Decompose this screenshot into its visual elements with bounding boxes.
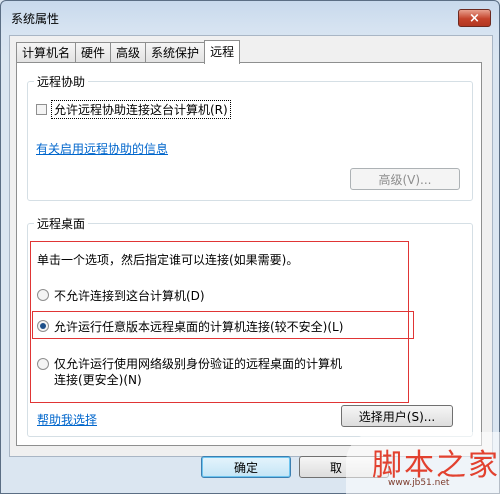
- tab-hardware[interactable]: 硬件: [75, 42, 112, 62]
- option-nla-label-line1: 仅允许运行使用网络级别身份验证的远程桌面的计算机: [54, 357, 343, 371]
- tab-remote[interactable]: 远程: [204, 40, 241, 64]
- close-button[interactable]: ×: [458, 9, 491, 27]
- option-nla-row[interactable]: 仅允许运行使用网络级别身份验证的远程桌面的计算机 连接(更安全)(N): [37, 356, 342, 388]
- option-any-version-label[interactable]: 允许运行任意版本远程桌面的计算机连接(较不安全)(L): [54, 318, 343, 335]
- tab-strip: 计算机名 硬件 高级 系统保护 远程: [16, 40, 241, 64]
- option-any-version-radio[interactable]: [37, 320, 49, 332]
- remote-tab-panel: 远程协助 允许远程协助连接这台计算机(R) 有关启用远程协助的信息 高级(V).…: [16, 62, 482, 446]
- system-properties-window: 系统属性 × 计算机名 硬件 高级 系统保护 远程 远程协助 允许远程协助连接这…: [0, 0, 500, 494]
- option-deny-radio[interactable]: [37, 289, 49, 301]
- remote-assistance-group: 远程协助 允许远程协助连接这台计算机(R) 有关启用远程协助的信息 高级(V).…: [27, 73, 473, 201]
- tab-system-protection[interactable]: 系统保护: [145, 42, 206, 62]
- watermark-url: www.jb51.net: [388, 478, 450, 488]
- remote-assistance-title: 远程协助: [34, 73, 89, 90]
- option-nla-label[interactable]: 仅允许运行使用网络级别身份验证的远程桌面的计算机 连接(更安全)(N): [54, 356, 342, 388]
- select-users-button[interactable]: 选择用户(S)...: [341, 405, 453, 427]
- remote-desktop-title: 远程桌面: [34, 215, 89, 232]
- ok-button[interactable]: 确定: [201, 456, 291, 478]
- option-nla-label-line2: 连接(更安全)(N): [54, 373, 142, 387]
- option-nla-radio[interactable]: [37, 358, 49, 370]
- window-title: 系统属性: [11, 12, 60, 26]
- remote-assistance-info-link[interactable]: 有关启用远程协助的信息: [36, 140, 168, 157]
- option-deny-label[interactable]: 不允许连接到这台计算机(D): [54, 287, 205, 304]
- remote-desktop-instruction: 单击一个选项，然后指定谁可以连接(如果需要)。: [37, 253, 299, 267]
- option-deny-row[interactable]: 不允许连接到这台计算机(D): [37, 287, 205, 304]
- option-any-version-row[interactable]: 允许运行任意版本远程桌面的计算机连接(较不安全)(L): [37, 318, 343, 335]
- dialog-content: 计算机名 硬件 高级 系统保护 远程 远程协助 允许远程协助连接这台计算机(R)…: [9, 35, 493, 457]
- help-me-choose-link[interactable]: 帮助我选择: [37, 411, 97, 428]
- allow-remote-assistance-label[interactable]: 允许远程协助连接这台计算机(R): [51, 100, 231, 119]
- tab-computer-name[interactable]: 计算机名: [16, 42, 77, 62]
- tab-advanced[interactable]: 高级: [110, 42, 147, 62]
- advanced-button[interactable]: 高级(V)...: [350, 168, 460, 190]
- allow-remote-assistance-row[interactable]: 允许远程协助连接这台计算机(R): [36, 100, 231, 119]
- close-icon: ×: [469, 10, 480, 26]
- allow-remote-assistance-checkbox[interactable]: [36, 104, 47, 115]
